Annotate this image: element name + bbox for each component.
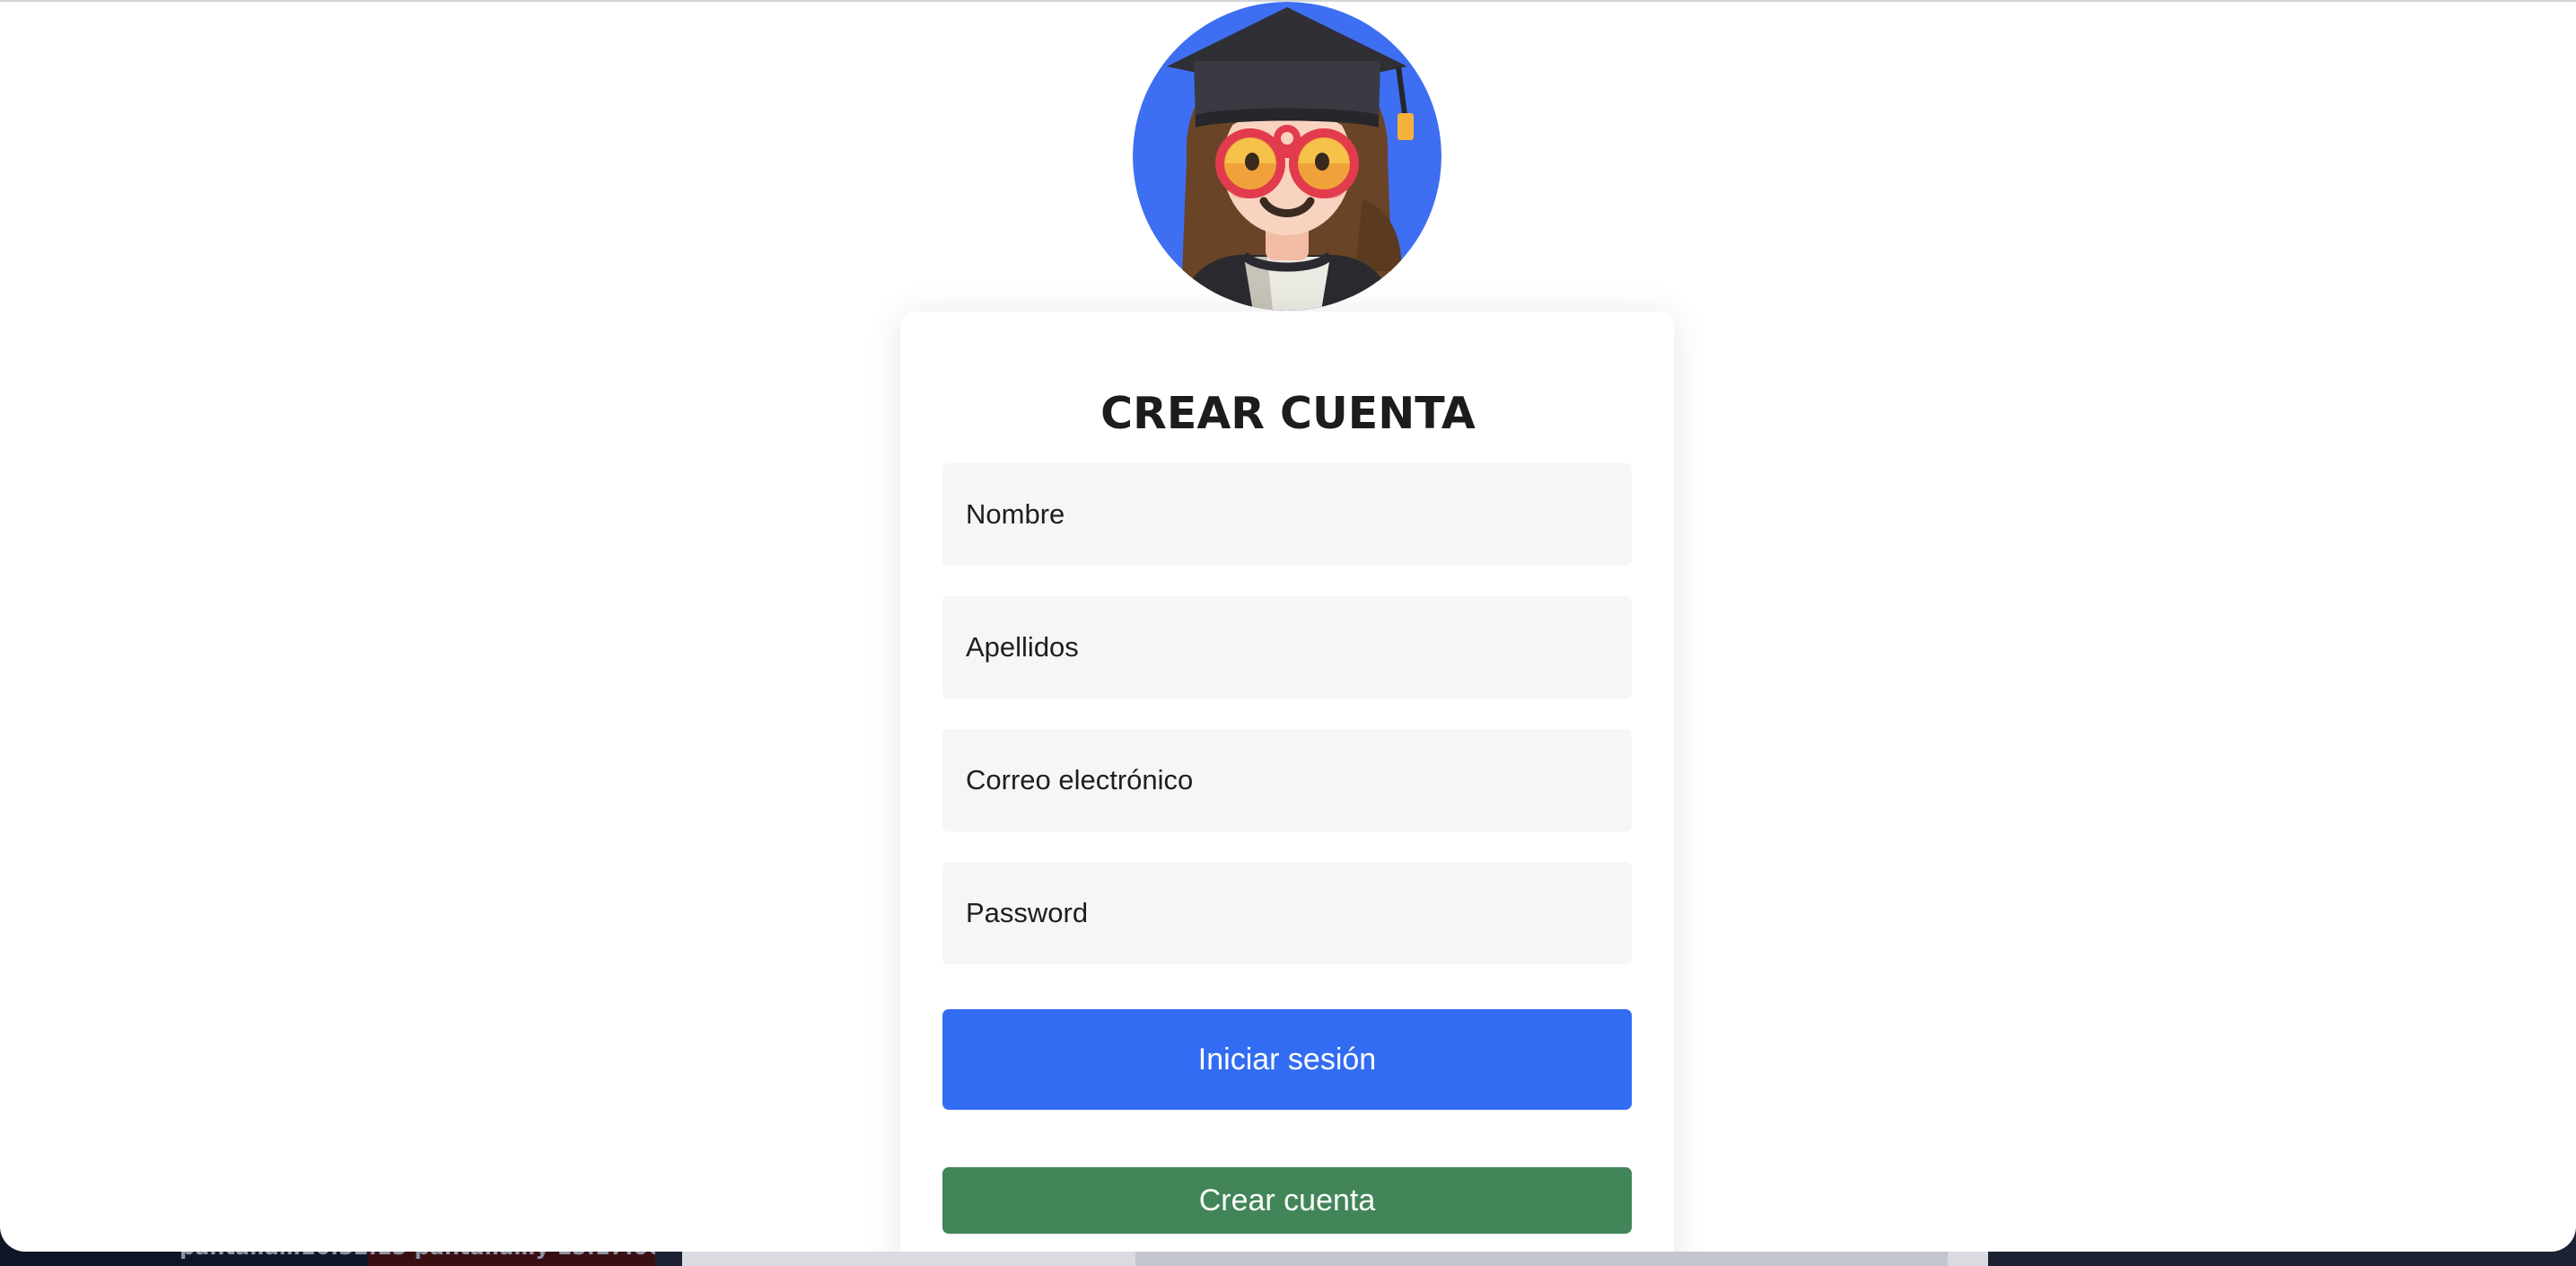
- page-title: CREAR CUENTA: [1100, 388, 1476, 439]
- password-field[interactable]: [942, 862, 1632, 964]
- nombre-field[interactable]: [942, 463, 1632, 566]
- login-button[interactable]: Iniciar sesión: [942, 1009, 1632, 1110]
- apellidos-field[interactable]: [942, 596, 1632, 699]
- create-account-button[interactable]: Crear cuenta: [942, 1167, 1632, 1234]
- email-field[interactable]: [942, 729, 1632, 831]
- browser-window: CREAR CUENTA Iniciar sesión Crear cuenta: [0, 0, 2576, 1252]
- graduate-avatar-icon: [1133, 2, 1441, 311]
